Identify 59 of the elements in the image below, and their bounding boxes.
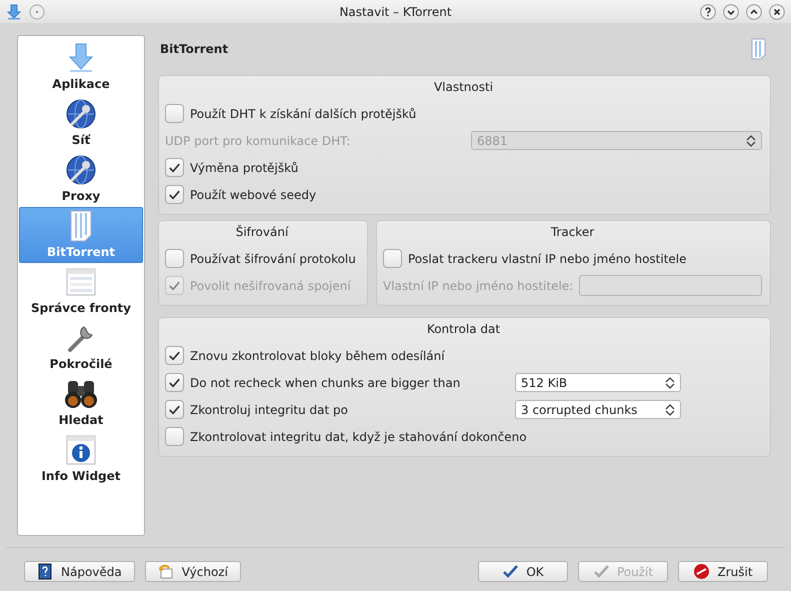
group-title: Šifrování bbox=[236, 225, 288, 239]
sidebar-item[interactable]: Pokročilé bbox=[19, 319, 143, 375]
sidebar-item[interactable]: Hledat bbox=[19, 375, 143, 431]
undo-icon bbox=[158, 563, 175, 580]
checkbox-label: Povolit nešifrovaná spojení bbox=[190, 278, 351, 292]
info-window-icon bbox=[65, 434, 97, 466]
checkbox[interactable] bbox=[165, 249, 184, 268]
button[interactable]: OK bbox=[478, 561, 568, 582]
button[interactable]: Zrušit bbox=[678, 561, 768, 582]
checkmark-icon bbox=[592, 563, 610, 580]
dropdown[interactable]: 512 KiB bbox=[515, 373, 681, 392]
spin-arrows-icon bbox=[746, 134, 756, 148]
checkbox-label: Použít webové seedy bbox=[190, 188, 316, 202]
checkbox-label: Použít DHT k získání dalších protějšků bbox=[190, 106, 416, 120]
checkbox[interactable] bbox=[165, 373, 184, 392]
cancel-icon bbox=[693, 563, 710, 580]
sidebar-item[interactable]: Proxy bbox=[19, 151, 143, 207]
checkbox-label: Zkontrolovat integritu dat, když je stahování dokončeno bbox=[190, 430, 527, 444]
help-book-icon bbox=[37, 563, 54, 580]
spin-arrows-icon bbox=[665, 376, 675, 390]
sidebar-item[interactable]: Správce fronty bbox=[19, 263, 143, 319]
maximize-icon[interactable] bbox=[746, 4, 762, 20]
checkbox-label: Znovu zkontrolovat bloky během odesílání bbox=[190, 348, 445, 362]
sidebar-item[interactable]: Info Widget bbox=[19, 431, 143, 487]
binoculars-icon bbox=[65, 378, 97, 410]
checkbox[interactable] bbox=[165, 104, 184, 123]
close-icon[interactable] bbox=[769, 4, 785, 20]
dropdown[interactable]: 3 corrupted chunks bbox=[515, 400, 681, 419]
field-label: Vlastní IP nebo jméno hostitele: bbox=[383, 278, 574, 292]
globe-wrench-icon bbox=[65, 98, 97, 130]
checkmark-icon bbox=[502, 563, 520, 580]
group-title: Vlastnosti bbox=[434, 80, 494, 94]
checkbox[interactable] bbox=[165, 427, 184, 446]
button[interactable]: Nápověda bbox=[24, 561, 135, 582]
checkbox[interactable] bbox=[165, 158, 184, 177]
page-title: BitTorrent bbox=[160, 42, 228, 56]
checkbox-label: Do not recheck when chunks are bigger than bbox=[190, 376, 460, 390]
checkbox-label: Zkontroluj integritu dat po bbox=[190, 402, 348, 416]
globe-wrench-icon bbox=[65, 154, 97, 186]
group-title: Kontrola dat bbox=[426, 322, 500, 336]
group-title: Tracker bbox=[550, 225, 594, 239]
document-icon bbox=[749, 38, 767, 60]
minimize-icon[interactable] bbox=[723, 4, 739, 20]
window-title: Nastavit – KTorrent bbox=[339, 4, 452, 18]
checkbox[interactable] bbox=[165, 346, 184, 365]
list-window-icon bbox=[65, 266, 97, 298]
sidebar-item[interactable]: Síť bbox=[19, 95, 143, 151]
checkbox[interactable] bbox=[383, 249, 402, 268]
button[interactable]: Výchozí bbox=[144, 561, 241, 582]
checkbox-label: Poslat trackeru vlastní IP nebo jméno hostitele bbox=[408, 252, 687, 266]
checkbox-label: Používat šifrování protokolu bbox=[190, 252, 356, 266]
checkbox[interactable] bbox=[165, 400, 184, 419]
download-icon[interactable] bbox=[6, 4, 22, 20]
spin-arrows-icon bbox=[665, 402, 675, 416]
field-label: UDP port pro komunikace DHT: bbox=[165, 134, 350, 148]
help-icon[interactable] bbox=[700, 4, 716, 20]
sidebar-item[interactable]: Aplikace bbox=[19, 39, 143, 95]
checkbox[interactable] bbox=[165, 185, 184, 204]
checkbox-label: Výměna protějšků bbox=[190, 160, 298, 174]
